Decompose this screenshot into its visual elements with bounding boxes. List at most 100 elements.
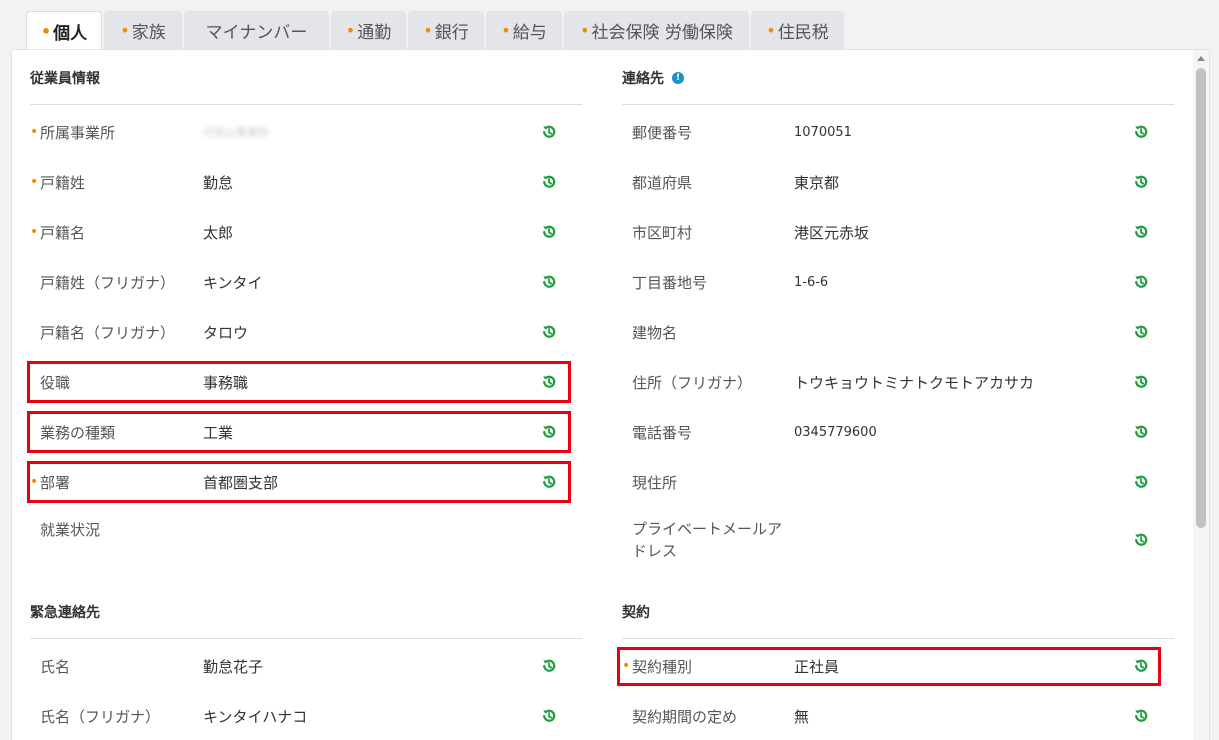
history-icon[interactable] [1133,532,1149,548]
field-label: 現住所 [632,473,678,492]
history-icon[interactable] [1133,174,1149,190]
field-row: • 戸籍姓 勤怠 [28,162,588,202]
tab-label: 家族 [131,22,166,43]
tab-label: 住民税 [777,22,829,43]
field-label: 戸籍名（フリガナ） [40,323,176,342]
history-icon[interactable] [541,174,557,190]
history-icon[interactable] [1133,424,1149,440]
tab-label: 社会保険 労働保険 [591,22,733,43]
field-row: 現住所 [620,462,1180,502]
tab-resident-tax[interactable]: • 住民税 [751,11,844,49]
history-icon[interactable] [541,124,557,140]
field-label: 就業状況 [40,520,101,539]
field-value: 太郎 [203,223,234,242]
history-icon[interactable] [541,708,557,724]
section-title: 緊急連絡先 [30,605,100,621]
history-icon[interactable] [1133,708,1149,724]
scroll-thumb[interactable] [1196,68,1206,528]
history-icon[interactable] [541,224,557,240]
field-value: 代官山事業所 [203,126,269,139]
field-row: 氏名（フリガナ） キンタイハナコ [28,696,588,736]
scroll-up-arrow-icon[interactable] [1197,56,1205,61]
highlight-box [617,647,1161,686]
history-icon[interactable] [1133,324,1149,340]
highlight-box [27,461,571,503]
info-icon[interactable]: ! [672,72,684,84]
field-row: • 戸籍名 太郎 [28,212,588,252]
tab-label: 通勤 [357,22,392,43]
field-row: 戸籍名（フリガナ） タロウ [28,312,588,352]
field-row: 戸籍姓（フリガナ） キンタイ [28,262,588,302]
field-row: 市区町村 港区元赤坂 [620,212,1180,252]
field-label: 郵便番号 [632,123,693,142]
required-dot-icon: • [423,20,433,40]
field-label: 氏名（フリガナ） [40,707,161,726]
field-row: 電話番号 0345779600 [620,412,1180,452]
field-row: 建物名 [620,312,1180,352]
vertical-scrollbar[interactable] [1193,50,1209,740]
required-dot-icon: • [30,174,39,190]
highlight-box [27,411,571,453]
required-dot-icon: • [766,20,776,40]
field-label: 電話番号 [632,423,693,442]
tab-social-insurance[interactable]: • 社会保険 労働保険 [564,11,749,49]
field-row: プライベートメールア ドレス [620,515,1180,565]
section-title: 従業員情報 [30,71,100,87]
field-label: 戸籍姓 [40,173,86,192]
field-value: キンタイ [203,273,263,292]
tab-commute[interactable]: • 通勤 [331,11,406,49]
field-label: 都道府県 [632,173,693,192]
field-row: 契約期間の定め 無 [620,696,1180,736]
field-row: 氏名 勤怠花子 [28,646,588,686]
required-dot-icon: • [345,20,356,40]
field-value: キンタイハナコ [203,707,308,726]
tab-bar: • 個人 • 家族 マイナンバー • 通勤 • 銀行 • 給与 • 社会保険 労働保険 • 住… [26,11,846,50]
tab-personal[interactable]: • 個人 [26,11,102,50]
field-row: 住所（フリガナ） トウキョウトミナトクモトアカサカ [620,362,1180,402]
history-icon[interactable] [1133,124,1149,140]
field-value: 無 [794,707,810,726]
history-icon[interactable] [1133,224,1149,240]
divider [622,104,1174,105]
required-dot-icon: • [580,20,590,40]
field-row: 都道府県 東京都 [620,162,1180,202]
history-icon[interactable] [541,274,557,290]
field-label: 戸籍姓（フリガナ） [40,273,176,292]
field-label: 契約期間の定め [632,707,738,726]
required-dot-icon: • [30,124,39,140]
field-label-line: ドレス [632,542,678,560]
history-icon[interactable] [1133,374,1149,390]
field-label: 住所（フリガナ） [632,373,753,392]
field-label: 建物名 [632,323,678,342]
field-value: 0345779600 [794,424,877,440]
history-icon[interactable] [1133,474,1149,490]
required-dot-icon: • [40,21,52,41]
tab-mynumber[interactable]: マイナンバー [184,11,329,49]
tab-bank[interactable]: • 銀行 [408,11,484,49]
field-value: 勤怠 [203,173,234,192]
tab-salary[interactable]: • 給与 [486,11,562,49]
field-value: 勤怠花子 [203,657,264,676]
highlight-box [27,361,571,403]
field-value: 東京都 [794,173,840,192]
field-label: 戸籍名 [40,223,86,242]
tab-family[interactable]: • 家族 [104,11,182,49]
tab-label: 給与 [512,22,547,43]
section-title: 契約 [622,605,650,621]
section-title: 連絡先! [622,68,684,88]
field-value: トウキョウトミナトクモトアカサカ [794,373,1035,392]
history-icon[interactable] [541,324,557,340]
field-label: 氏名 [40,657,71,676]
history-icon[interactable] [541,658,557,674]
divider [30,638,582,639]
history-icon[interactable] [1133,274,1149,290]
field-value: 1-6-6 [794,274,829,290]
tab-label: マイナンバー [205,22,308,43]
field-label: 所属事業所 [40,123,116,142]
field-row: 郵便番号 1070051 [620,112,1180,152]
field-value: 1070051 [794,124,852,140]
divider [30,104,582,105]
field-row: 丁目番地号 1-6-6 [620,262,1180,302]
field-label-line: プライベートメールア [632,520,783,538]
field-label: 市区町村 [632,223,693,242]
